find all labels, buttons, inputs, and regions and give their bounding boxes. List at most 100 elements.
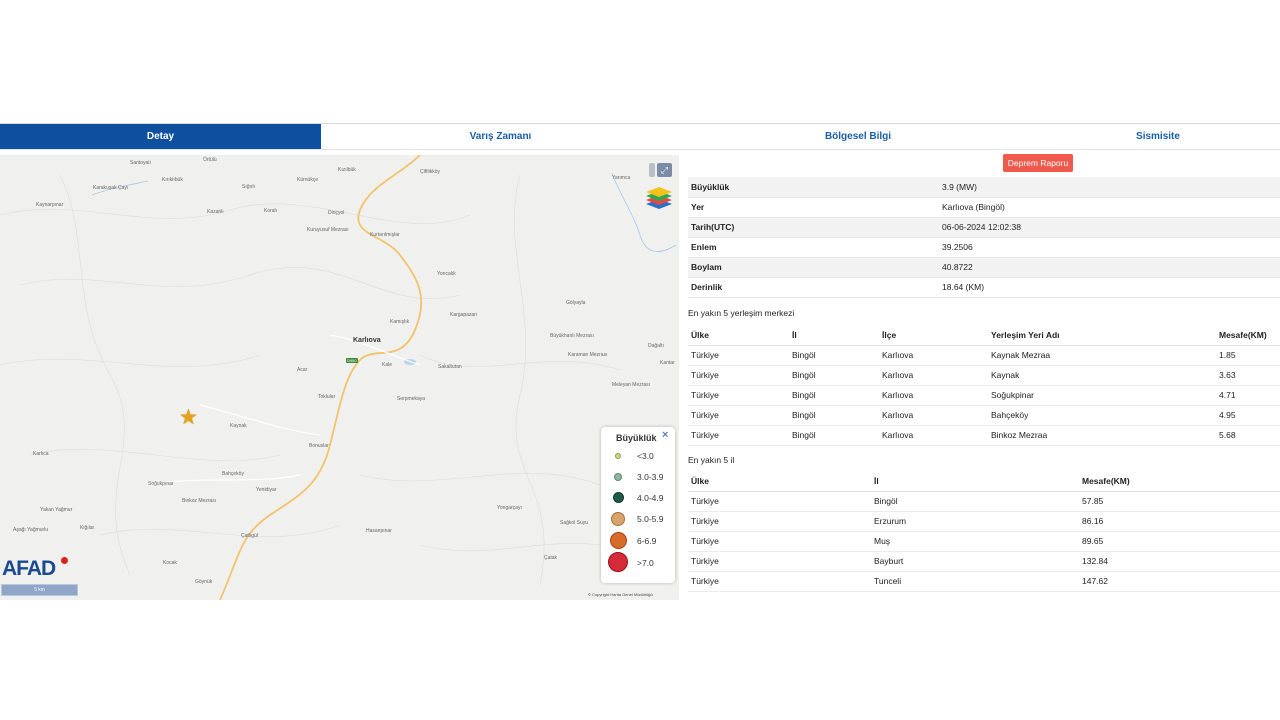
column-header: Ülke: [688, 471, 871, 492]
table-cell: 132.84: [1079, 551, 1280, 572]
table-row: Türkiye Bingöl Karlıova Kaynak 3.63: [688, 365, 1280, 386]
deprem-raporu-button[interactable]: Deprem Raporu: [1003, 154, 1073, 172]
table-cell: Türkiye: [688, 405, 789, 426]
table-row: Türkiye Bayburt 132.84: [688, 551, 1280, 572]
table-row: Tarih(UTC) 06-06-2024 12:02:38: [688, 217, 1280, 238]
table-cell: 5.68: [1216, 425, 1280, 446]
detail-value: 06-06-2024 12:02:38: [939, 217, 1280, 238]
map-place-label: Yarımca: [612, 175, 631, 181]
tab-sismisite[interactable]: Sismisite: [1036, 124, 1280, 149]
provinces-table: Ülke İl Mesafe(KM) Türkiye Bingöl 57.85 Tü…: [688, 471, 1280, 592]
table-cell: Türkiye: [688, 385, 789, 406]
map-scale-bar: 5 km: [1, 584, 78, 596]
map-place-label: Kaynarpınar: [36, 202, 64, 208]
map-place-label: Yongarçayı: [497, 505, 522, 511]
map-place-label: Sığırlı: [242, 184, 256, 190]
table-cell: Türkiye: [688, 425, 789, 446]
table-row: Türkiye Erzurum 86.16: [688, 511, 1280, 532]
table-cell: Bahçeköy: [988, 405, 1216, 426]
map-place-label: Sağkol Suyu: [560, 520, 589, 526]
map-place-label: Kiğılar: [80, 525, 95, 531]
map-place-label: Çatak: [544, 555, 558, 561]
map-place-label: Kaynak: [230, 423, 247, 429]
map-place-label: Karaman Mezrası: [568, 352, 608, 358]
map-place-label: Kuruyusuf Mezrası: [307, 227, 349, 233]
table-row: Enlem 39.2506: [688, 237, 1280, 258]
map-place-label: Hasanpınar: [366, 528, 392, 534]
map-toggle-button[interactable]: [649, 163, 655, 177]
map-place-label: Toklular: [318, 394, 336, 400]
table-cell: Türkiye: [688, 345, 789, 366]
map-place-label: Karakuşak Çayı: [93, 185, 129, 191]
table-row: Türkiye Bingöl Karlıova Binkoz Mezraa 5.68: [688, 425, 1280, 446]
column-header: İl: [871, 471, 1079, 492]
map-place-label: Aşağı Yağmurlu: [13, 527, 49, 533]
legend-item: 3.0-3.9: [601, 468, 675, 488]
table-cell: 147.62: [1079, 571, 1280, 592]
map-place-label: Yenidiyar: [256, 487, 277, 493]
map-place-label: Kırıklıbük: [162, 177, 183, 183]
map-city-label: Karlıova: [353, 337, 381, 344]
map-place-label: Santoyalı: [130, 160, 151, 166]
legend-item: 6-6.9: [601, 531, 675, 551]
detail-value: 3.9 (MW): [939, 177, 1280, 198]
earthquake-map[interactable]: Santoyalı Örtülü Kırıklıbük Karakuşak Ça…: [0, 155, 679, 600]
table-cell: Türkiye: [688, 531, 871, 552]
map-place-label: Çiftlikköy: [420, 169, 441, 175]
epicenter-star-icon[interactable]: ★: [179, 407, 198, 428]
table-row: Büyüklük 3.9 (MW): [688, 177, 1280, 198]
layers-icon[interactable]: [645, 185, 673, 211]
table-cell: Bayburt: [871, 551, 1079, 572]
afad-logo-dot-icon: [61, 557, 68, 564]
map-place-label: Kurtarılmışlar: [370, 232, 400, 238]
map-place-label: Binkoz Mezrası: [182, 498, 217, 504]
legend-dot-icon: [615, 453, 621, 459]
map-base-layer: [0, 155, 677, 600]
legend-dot-icon: [613, 492, 624, 503]
legend-label: 4.0-4.9: [637, 493, 664, 503]
map-place-label: Kargapazarı: [450, 312, 478, 318]
table-cell: Karlıova: [879, 425, 988, 446]
legend-item: 5.0-5.9: [601, 510, 675, 530]
table-cell: Karlıova: [879, 365, 988, 386]
detail-key: Büyüklük: [688, 177, 939, 198]
tab-detay[interactable]: Detay: [0, 124, 321, 149]
map-place-label: Örtülü: [203, 157, 217, 163]
map-place-label: Kantar: [660, 360, 675, 366]
road-number-badge: D950: [346, 358, 358, 363]
column-header: İl: [789, 325, 879, 346]
table-cell: Tunceli: [871, 571, 1079, 592]
legend-label: <3.0: [637, 451, 654, 461]
table-cell: 1.85: [1216, 345, 1280, 366]
map-place-label: Soğukpınar: [148, 481, 174, 487]
table-cell: Bingöl: [789, 385, 879, 406]
column-header: Yerleşim Yeri Adı: [988, 325, 1216, 346]
table-cell: Karlıova: [879, 385, 988, 406]
map-place-label: Sakaltutan: [438, 364, 462, 370]
detail-key: Boylam: [688, 257, 939, 278]
table-cell: Türkiye: [688, 551, 871, 572]
tab-bolgesel-bilgi[interactable]: Bölgesel Bilgi: [680, 124, 1036, 149]
map-place-label: Kamışlık: [390, 319, 410, 325]
table-row: Türkiye Bingöl Karlıova Kaynak Mezraa 1.85: [688, 345, 1280, 366]
legend-item: >7.0: [601, 552, 675, 572]
table-cell: Bingöl: [789, 425, 879, 446]
legend-item: <3.0: [601, 447, 675, 467]
fullscreen-icon[interactable]: ⤢: [657, 163, 672, 177]
table-cell: Türkiye: [688, 491, 871, 512]
tab-varis-zamani[interactable]: Varış Zamanı: [321, 124, 680, 149]
map-place-label: Büyükhanlı Mezrası: [550, 333, 594, 339]
legend-dot-icon: [608, 552, 628, 572]
detail-key: Yer: [688, 197, 939, 218]
column-header: Ülke: [688, 325, 789, 346]
magnitude-legend: Büyüklük × <3.0 3.0-3.9 4.0-4.9 5.0-5.9 …: [601, 427, 675, 583]
afad-logo: AFAD: [2, 557, 56, 580]
map-place-label: Kürnükçe: [297, 177, 319, 183]
table-cell: Soğukpinar: [988, 385, 1216, 406]
provinces-title: En yakın 5 il: [688, 455, 735, 465]
map-place-label: Kale: [382, 362, 393, 368]
earthquake-detail-table: Büyüklük 3.9 (MW) Yer Karlıova (Bingöl) Ta…: [688, 177, 1280, 298]
legend-close-icon[interactable]: ×: [662, 429, 668, 441]
table-cell: Bingöl: [789, 345, 879, 366]
table-cell: Bingöl: [871, 491, 1079, 512]
